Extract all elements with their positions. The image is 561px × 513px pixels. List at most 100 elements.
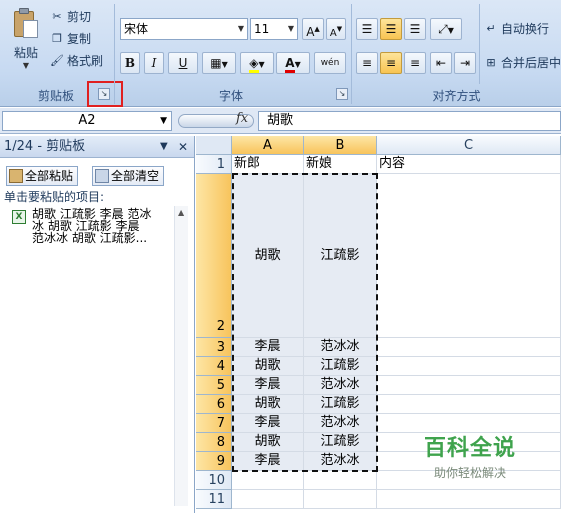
grow-font-button[interactable]: A▲ [302, 18, 324, 40]
cell-a2[interactable]: 胡歌 [232, 174, 304, 338]
row-header[interactable]: 10 [196, 471, 232, 490]
row-header[interactable]: 6 [196, 395, 232, 414]
paste-button[interactable]: 粘贴 ▼ [6, 6, 46, 82]
font-color-button[interactable]: A▼ [276, 52, 310, 74]
italic-button[interactable]: I [144, 52, 164, 74]
cell-b3[interactable]: 范冰冰 [304, 338, 377, 357]
scissors-icon: ✂ [52, 10, 62, 23]
clipboard-instruction: 单击要粘贴的项目: [4, 190, 105, 204]
align-top-button[interactable]: ☰ [356, 18, 378, 40]
cell-a4[interactable]: 胡歌 [232, 357, 304, 376]
cell-b9[interactable]: 范冰冰 [304, 452, 377, 471]
scroll-up-icon[interactable]: ▲ [178, 208, 184, 217]
cell-a1[interactable]: 新郎 [232, 155, 304, 174]
cell-a9[interactable]: 李晨 [232, 452, 304, 471]
cut-button[interactable]: ✂ 剪切 [50, 8, 91, 26]
cell-b10[interactable] [304, 471, 377, 490]
row-header[interactable]: 4 [196, 357, 232, 376]
increase-indent-button[interactable]: ⇥ [454, 52, 476, 74]
cell-c11[interactable] [377, 490, 561, 509]
cell-c2[interactable] [377, 174, 561, 338]
decrease-indent-button[interactable]: ⇤ [430, 52, 452, 74]
align-center-icon: ≡ [385, 56, 397, 70]
font-name-select[interactable]: 宋体 ▼ [120, 18, 248, 40]
cell-b7[interactable]: 范冰冰 [304, 414, 377, 433]
align-middle-icon: ☰ [385, 22, 397, 36]
cut-label: 剪切 [67, 10, 92, 24]
cell-c5[interactable] [377, 376, 561, 395]
paste-all-button[interactable]: 全部粘贴 [6, 166, 79, 186]
paste-label: 粘贴 [13, 46, 38, 60]
row-header[interactable]: 2 [196, 174, 232, 338]
row-header[interactable]: 7 [196, 414, 232, 433]
format-painter-label: 格式刷 [67, 54, 104, 68]
copy-button[interactable]: ❐ 复制 [50, 30, 91, 48]
cell-a5[interactable]: 李晨 [232, 376, 304, 395]
shrink-font-button[interactable]: A▼ [326, 18, 346, 40]
cell-b2[interactable]: 江疏影 [304, 174, 377, 338]
format-painter-button[interactable]: 🖌 格式刷 [50, 52, 103, 70]
merge-center-button[interactable]: ⊞ 合并后居中 [484, 54, 561, 72]
chevron-down-icon[interactable]: ▼ [6, 61, 46, 70]
cell-a7[interactable]: 李晨 [232, 414, 304, 433]
column-header-b[interactable]: B [304, 136, 377, 155]
select-all-corner[interactable] [196, 136, 232, 155]
font-dialog-launcher-icon[interactable]: ↘ [336, 88, 348, 100]
name-box[interactable]: A2 ▼ [2, 111, 172, 131]
row-header[interactable]: 8 [196, 433, 232, 452]
close-icon[interactable]: ✕ [178, 136, 188, 158]
align-middle-button[interactable]: ☰ [380, 18, 402, 40]
font-size-select[interactable]: 11 ▼ [250, 18, 298, 40]
font-size-value: 11 [254, 22, 270, 36]
fill-color-button[interactable]: ◈▼ [240, 52, 274, 74]
font-name-value: 宋体 [124, 22, 149, 36]
clear-all-button[interactable]: 全部清空 [92, 166, 165, 186]
cell-b6[interactable]: 江疏影 [304, 395, 377, 414]
cell-b1[interactable]: 新娘 [304, 155, 377, 174]
clear-all-icon [95, 169, 109, 183]
cell-a3[interactable]: 李晨 [232, 338, 304, 357]
excel-icon: X [12, 210, 26, 224]
column-header-a[interactable]: A [232, 136, 304, 155]
align-bottom-button[interactable]: ☰ [404, 18, 426, 40]
cell-c6[interactable] [377, 395, 561, 414]
cell-a10[interactable] [232, 471, 304, 490]
borders-icon: ▦ [210, 56, 222, 70]
row-header[interactable]: 11 [196, 490, 232, 509]
cell-a11[interactable] [232, 490, 304, 509]
underline-button[interactable]: U [168, 52, 198, 74]
align-right-button[interactable]: ≡ [404, 52, 426, 74]
align-center-button[interactable]: ≡ [380, 52, 402, 74]
formula-input[interactable]: 胡歌 [258, 111, 561, 131]
cell-b4[interactable]: 江疏影 [304, 357, 377, 376]
cell-a6[interactable]: 胡歌 [232, 395, 304, 414]
clipboard-item[interactable]: X 胡歌 江疏影 李晨 范冰 冰 胡歌 江疏影 李晨 范冰冰 胡歌 江疏影... [12, 208, 174, 254]
group-divider [479, 4, 480, 84]
clipboard-pane: 1/24 - 剪贴板 ▼ ✕ 全部粘贴 全部清空 单击要粘贴的项目: X 胡歌 … [0, 136, 195, 513]
row-header[interactable]: 1 [196, 155, 232, 174]
cell-c4[interactable] [377, 357, 561, 376]
column-header-c[interactable]: C [377, 136, 561, 155]
pane-scrollbar[interactable]: ▲ [174, 206, 188, 506]
cell-c1[interactable]: 内容 [377, 155, 561, 174]
wrap-text-button[interactable]: ↵ 自动换行 [484, 20, 549, 38]
chevron-down-icon[interactable]: ▼ [160, 112, 167, 130]
cell-b11[interactable] [304, 490, 377, 509]
row-header[interactable]: 3 [196, 338, 232, 357]
function-icon[interactable]: fx [236, 111, 248, 126]
phonetic-label: wén [320, 58, 340, 68]
row-header[interactable]: 9 [196, 452, 232, 471]
cell-c3[interactable] [377, 338, 561, 357]
row-header[interactable]: 5 [196, 376, 232, 395]
pane-options-icon[interactable]: ▼ [160, 136, 168, 158]
cell-a8[interactable]: 胡歌 [232, 433, 304, 452]
align-left-button[interactable]: ≡ [356, 52, 378, 74]
paintbrush-icon: 🖌 [50, 54, 64, 67]
bold-button[interactable]: B [120, 52, 140, 74]
cell-b5[interactable]: 范冰冰 [304, 376, 377, 395]
orientation-button[interactable]: ⤢▼ [430, 18, 462, 40]
cell-b8[interactable]: 江疏影 [304, 433, 377, 452]
borders-button[interactable]: ▦▼ [202, 52, 236, 74]
phonetic-button[interactable]: wén [314, 52, 346, 74]
watermark-logo: 百科全说 助你轻松解决 [400, 430, 540, 490]
